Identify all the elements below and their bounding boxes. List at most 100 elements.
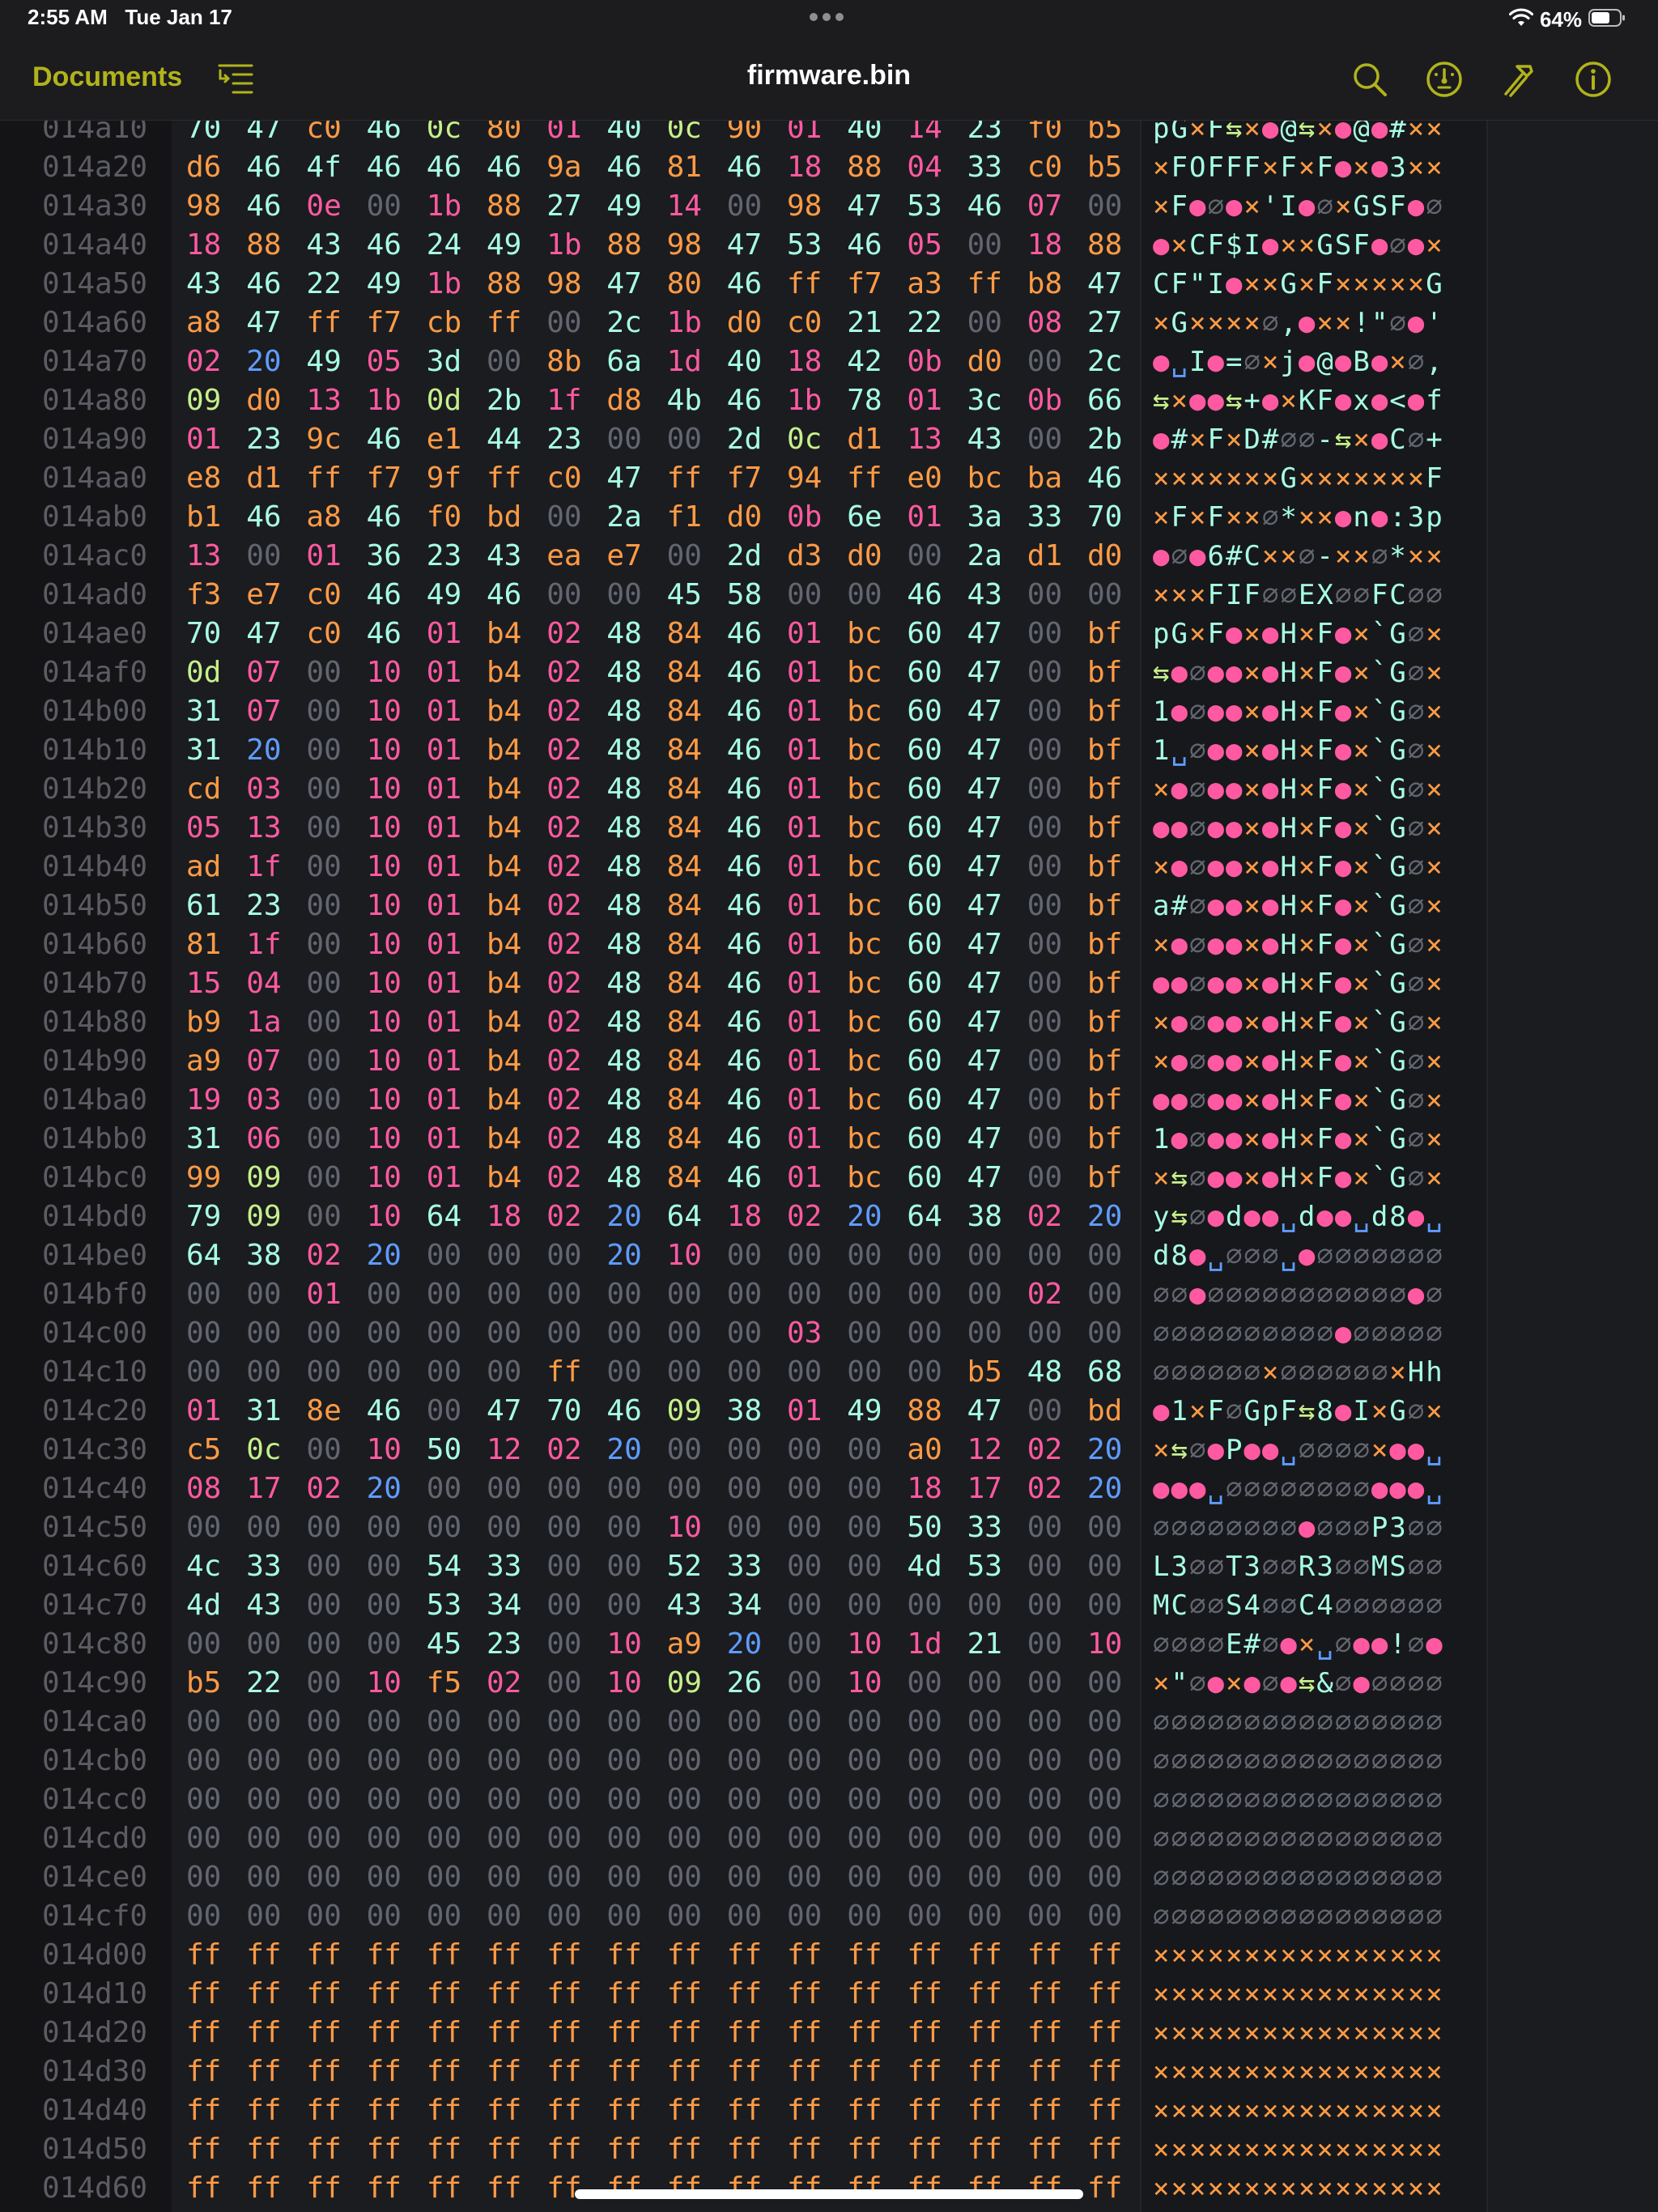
hex-byte[interactable]: 00 — [186, 1314, 222, 1353]
hex-byte[interactable]: 01 — [546, 121, 582, 148]
hex-byte[interactable]: ff — [1087, 2169, 1123, 2208]
hex-byte[interactable]: 2b — [487, 381, 522, 420]
hex-byte[interactable]: d8 — [606, 381, 642, 420]
hex-byte[interactable]: 01 — [306, 537, 342, 576]
hex-row[interactable]: 014a20 d6 46 4f 46 46 46 9a 46 81 46 18 88 04 33 c0 b5 ×F… — [0, 148, 1658, 187]
hex-byte[interactable]: ff — [427, 1975, 462, 2014]
hex-byte[interactable]: 60 — [907, 731, 942, 770]
hex-byte[interactable]: 49 — [306, 342, 342, 381]
hex-byte[interactable]: 00 — [427, 1508, 462, 1547]
hex-byte[interactable]: b5 — [1087, 121, 1123, 148]
hex-byte[interactable]: 07 — [246, 692, 282, 731]
hex-byte[interactable]: 18 — [787, 148, 823, 187]
hex-byte[interactable]: 02 — [546, 1197, 582, 1236]
hex-byte[interactable]: d3 — [787, 537, 823, 576]
hex-byte[interactable]: 20 — [1087, 1197, 1123, 1236]
hex-byte[interactable]: ff — [246, 2169, 282, 2208]
hex-byte[interactable]: 47 — [967, 1042, 1003, 1081]
hex-byte[interactable]: 00 — [546, 576, 582, 615]
hex-byte[interactable]: c0 — [306, 121, 342, 148]
hex-byte[interactable]: b1 — [186, 498, 222, 537]
hex-byte[interactable]: 3c — [967, 381, 1003, 420]
hex-byte[interactable]: 01 — [787, 848, 823, 887]
hex-byte[interactable]: 00 — [667, 1780, 703, 1819]
hex-byte[interactable]: 20 — [246, 731, 282, 770]
hex-byte[interactable]: 50 — [907, 1508, 942, 1547]
hex-byte[interactable]: ff — [487, 1936, 522, 1975]
hex-byte[interactable]: 70 — [546, 1392, 582, 1431]
hex-byte[interactable]: 00 — [427, 1470, 462, 1508]
hex-byte[interactable]: bf — [1087, 925, 1123, 964]
hex-byte[interactable]: b4 — [487, 925, 522, 964]
hex-byte[interactable]: 00 — [787, 1780, 823, 1819]
hex-byte[interactable]: 00 — [427, 1742, 462, 1780]
outline-list-icon[interactable] — [217, 62, 254, 97]
hex-byte[interactable]: 00 — [1027, 1586, 1063, 1625]
hex-byte[interactable]: 07 — [246, 1042, 282, 1081]
hex-byte[interactable]: 00 — [427, 1353, 462, 1392]
hex-byte[interactable]: 07 — [1027, 187, 1063, 226]
hex-byte[interactable]: 01 — [787, 1042, 823, 1081]
hex-byte[interactable]: 48 — [606, 848, 642, 887]
hex-byte[interactable]: b4 — [487, 887, 522, 925]
hex-byte[interactable]: 13 — [907, 420, 942, 459]
hex-byte[interactable]: 6e — [847, 498, 882, 537]
hex-byte[interactable]: 00 — [847, 1586, 882, 1625]
hex-byte[interactable]: 00 — [427, 1236, 462, 1275]
hex-byte[interactable]: ff — [847, 2130, 882, 2169]
hex-byte[interactable]: 23 — [427, 537, 462, 576]
hex-byte[interactable]: 23 — [246, 420, 282, 459]
hex-byte[interactable]: 00 — [727, 1780, 763, 1819]
hex-byte[interactable]: 00 — [907, 1742, 942, 1780]
hex-byte[interactable]: ff — [546, 2130, 582, 2169]
hex-byte[interactable]: a0 — [907, 1431, 942, 1470]
hex-byte[interactable]: d6 — [186, 148, 222, 187]
hex-byte[interactable]: 22 — [246, 1664, 282, 1703]
hex-byte[interactable]: 00 — [606, 1780, 642, 1819]
hex-byte[interactable]: ff — [546, 1936, 582, 1975]
hex-byte[interactable]: 00 — [367, 1780, 402, 1819]
hex-byte[interactable]: ff — [606, 2130, 642, 2169]
hex-row[interactable]: 014a70 02 20 49 05 3d 00 8b 6a 1d 40 18 42 0b d0 00 2c ●␣… — [0, 342, 1658, 381]
hex-byte[interactable]: 10 — [367, 1197, 402, 1236]
hex-byte[interactable]: ff — [606, 2091, 642, 2130]
hex-byte[interactable]: ff — [487, 2052, 522, 2091]
hex-byte[interactable]: 27 — [1087, 304, 1123, 342]
hex-byte[interactable]: 46 — [727, 964, 763, 1003]
hex-byte[interactable]: ff — [787, 2014, 823, 2052]
hex-byte[interactable]: ba — [1027, 459, 1063, 498]
hex-byte[interactable]: 00 — [367, 1353, 402, 1392]
hex-byte[interactable]: 00 — [1087, 1897, 1123, 1936]
hex-byte[interactable]: 00 — [1027, 1392, 1063, 1431]
hex-byte[interactable]: 06 — [246, 1120, 282, 1159]
hex-byte[interactable]: bc — [847, 925, 882, 964]
hex-byte[interactable]: b5 — [186, 1664, 222, 1703]
row-ascii[interactable]: 1␣∅●●×●H×F●×`G∅× — [1153, 731, 1444, 770]
hex-byte[interactable]: 48 — [606, 925, 642, 964]
hex-byte[interactable]: 00 — [606, 1353, 642, 1392]
hex-byte[interactable]: 47 — [246, 121, 282, 148]
hex-byte[interactable]: 01 — [787, 887, 823, 925]
hex-byte[interactable]: 00 — [1027, 1858, 1063, 1897]
hex-byte[interactable]: 88 — [847, 148, 882, 187]
hex-byte[interactable]: 47 — [967, 1003, 1003, 1042]
hex-byte[interactable]: ff — [487, 2091, 522, 2130]
hex-byte[interactable]: ff — [1027, 2052, 1063, 2091]
hex-byte[interactable]: 00 — [306, 1625, 342, 1664]
hex-byte[interactable]: 00 — [1027, 1042, 1063, 1081]
hex-byte[interactable]: 00 — [907, 1819, 942, 1858]
hex-byte[interactable]: f7 — [367, 459, 402, 498]
hex-byte[interactable]: 46 — [967, 187, 1003, 226]
hex-byte[interactable]: 00 — [1027, 925, 1063, 964]
hex-byte[interactable]: bc — [847, 1120, 882, 1159]
row-ascii[interactable]: ×●∅●●×●H×F●×`G∅× — [1153, 1042, 1444, 1081]
hex-byte[interactable]: 21 — [967, 1625, 1003, 1664]
hex-byte[interactable]: 84 — [667, 887, 703, 925]
hex-byte[interactable]: 00 — [967, 1819, 1003, 1858]
hex-byte[interactable]: b4 — [487, 809, 522, 848]
hex-byte[interactable]: 02 — [186, 342, 222, 381]
hex-byte[interactable]: 10 — [667, 1508, 703, 1547]
hex-byte[interactable]: b4 — [487, 615, 522, 653]
hex-byte[interactable]: 00 — [967, 1858, 1003, 1897]
hex-byte[interactable]: 33 — [967, 1508, 1003, 1547]
